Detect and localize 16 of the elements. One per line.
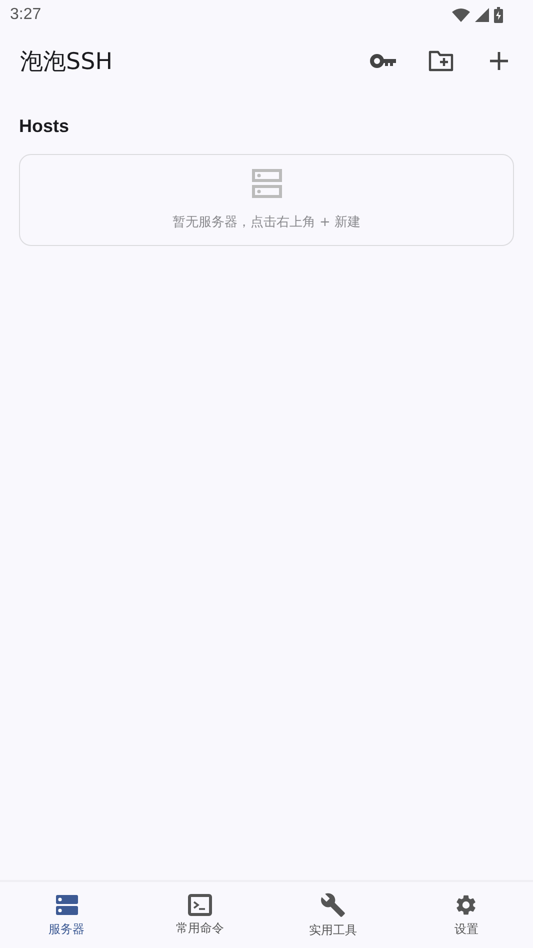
gear-icon [454, 892, 478, 916]
nav-tab[interactable]: 实用工具 [266, 882, 400, 948]
wifi-icon [452, 8, 470, 22]
nav-tab[interactable]: 服务器 [0, 882, 134, 948]
nav-tab[interactable]: 设置 [400, 882, 533, 948]
section-title: Hosts [19, 116, 70, 137]
battery-icon [494, 7, 503, 23]
app-title: 泡泡SSH [20, 48, 112, 76]
server-icon [252, 169, 282, 199]
nav-tab[interactable]: 常用命令 [133, 882, 266, 948]
status-time: 3:27 [10, 6, 42, 24]
wrench-icon [320, 892, 346, 918]
server-icon [54, 892, 79, 916]
terminal-icon [188, 894, 212, 916]
signal-icon [475, 8, 489, 22]
empty-message: 暂无服务器，点击右上角 + 新建 [172, 214, 361, 231]
